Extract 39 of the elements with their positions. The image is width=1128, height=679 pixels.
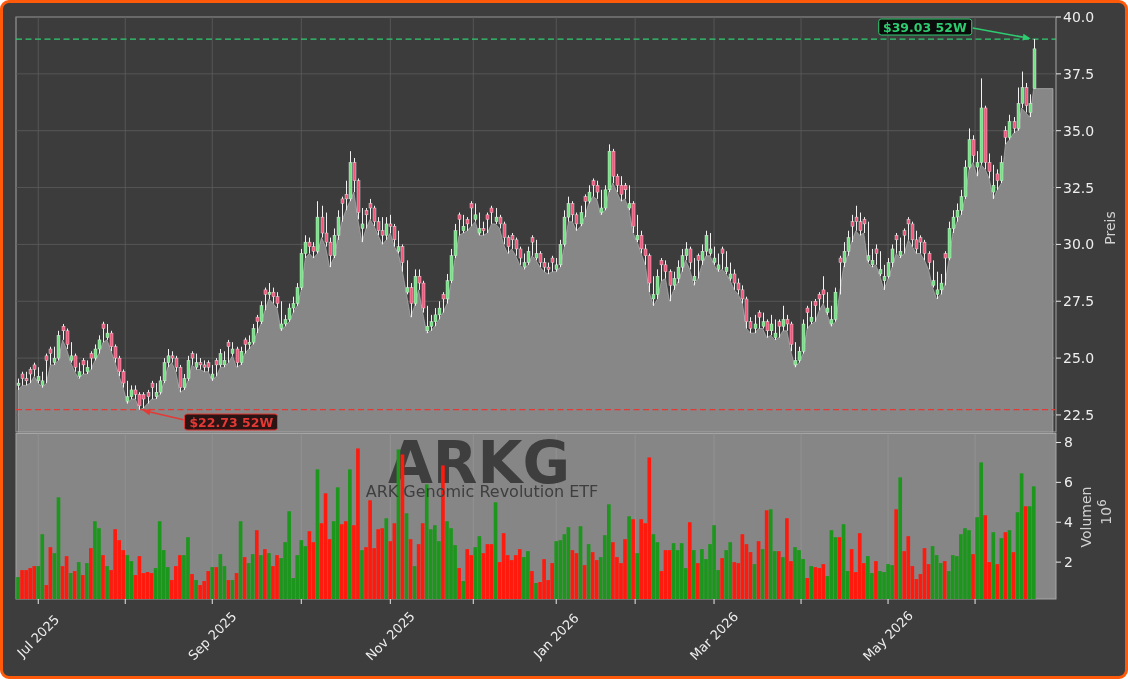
- candlestick: [48, 346, 53, 366]
- candlestick: [991, 164, 996, 200]
- axis-tick-label: 22.5: [1063, 406, 1095, 423]
- candlestick: [809, 300, 814, 325]
- year-low-arrow: [142, 408, 185, 421]
- candlestick: [489, 205, 494, 225]
- candlestick: [380, 216, 385, 245]
- candlestick: [384, 216, 389, 241]
- axis-title: Preis: [1102, 211, 1118, 245]
- candlestick: [599, 189, 604, 216]
- axis-title: Volumen: [1078, 486, 1094, 548]
- candlestick: [469, 200, 474, 227]
- axis-tick-label: 30.0: [1063, 236, 1095, 253]
- candlestick: [769, 314, 774, 336]
- axis-tick-label: 6: [1064, 474, 1073, 491]
- candlestick: [214, 357, 219, 377]
- axis-tick-label: 27.5: [1063, 293, 1095, 310]
- axis-tick-label: 40.0: [1063, 9, 1095, 25]
- candlestick: [56, 330, 61, 361]
- axis-tick-label: 32.5: [1063, 179, 1095, 196]
- candlestick: [1003, 125, 1008, 145]
- candlestick: [773, 318, 778, 341]
- axis-tick-label: 37.5: [1063, 65, 1095, 82]
- candlestick: [777, 318, 782, 339]
- year-low-label: $22.73 52W: [184, 413, 279, 431]
- candlestick: [1007, 114, 1012, 141]
- candlestick: [720, 246, 725, 270]
- axis-tick-label: 35.0: [1063, 122, 1095, 139]
- candlestick: [89, 350, 94, 370]
- candlestick: [838, 255, 843, 295]
- year-high-arrow: [971, 27, 1031, 41]
- year-high-label: $39.03 52W: [877, 18, 972, 36]
- axis-tick-label: 4: [1064, 514, 1073, 531]
- candlestick: [866, 221, 871, 264]
- axis-tick-label: 2: [1064, 554, 1073, 571]
- axis-tick-label: 8: [1064, 434, 1073, 451]
- candlestick: [534, 239, 539, 261]
- candlestick: [935, 271, 940, 300]
- axis-tick-label: 25.0: [1063, 350, 1095, 367]
